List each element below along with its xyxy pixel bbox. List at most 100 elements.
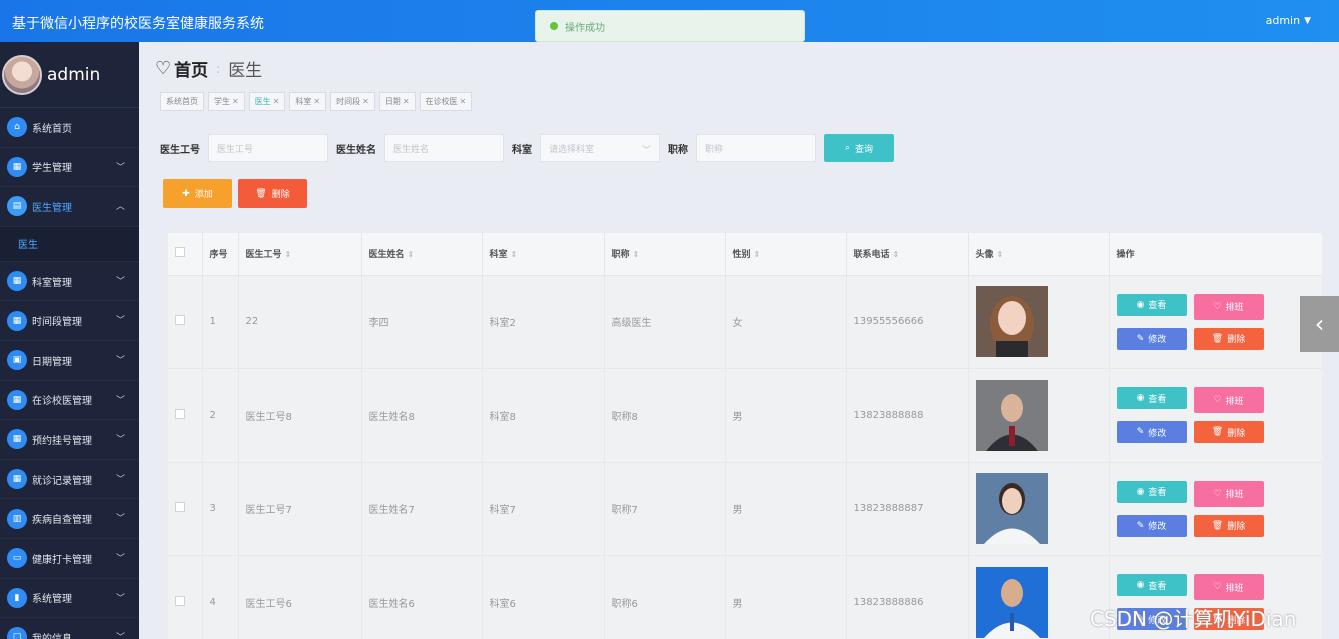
header-doctor-id[interactable]: 医生工号 ⇕ xyxy=(238,233,362,276)
sidebar-item-onduty-doctors[interactable]: ▦ 在诊校医管理 ﹀ xyxy=(0,381,139,421)
sidebar-item-appointments[interactable]: ▦ 预约挂号管理 ﹀ xyxy=(0,420,139,460)
breadcrumb-home[interactable]: 首页 xyxy=(174,56,208,81)
view-label: 查看 xyxy=(1148,394,1167,405)
tag-home[interactable]: 系统首页 xyxy=(160,92,204,111)
close-icon[interactable]: ✕ xyxy=(460,97,467,106)
row-select-cell[interactable] xyxy=(168,462,203,556)
row-select-cell[interactable] xyxy=(168,368,203,463)
chevron-down-icon: ﹀ xyxy=(115,395,125,406)
schedule-button[interactable]: ♡ 排班 xyxy=(1193,293,1264,320)
tag-departments[interactable]: 科室 ✕ xyxy=(289,92,327,111)
edit-button[interactable]: ✎ 修改 xyxy=(1116,421,1187,444)
row-select-cell[interactable] xyxy=(168,275,203,369)
header-title[interactable]: 职称 ⇕ xyxy=(604,233,726,276)
header-photo[interactable]: 头像 ⇕ xyxy=(968,233,1110,276)
view-button[interactable]: ◉ 查看 xyxy=(1116,574,1187,597)
header-doctor-name[interactable]: 医生姓名 ⇕ xyxy=(361,233,483,276)
row-checkbox[interactable] xyxy=(175,502,185,513)
sidebar-item-dates[interactable]: ▣ 日期管理 ﹀ xyxy=(0,341,139,381)
tag-students[interactable]: 学生 ✕ xyxy=(208,92,245,111)
sort-icon[interactable]: ⇕ xyxy=(893,250,900,259)
tag-timeslots[interactable]: 时间段 ✕ xyxy=(330,92,375,111)
schedule-button[interactable]: ♡ 排班 xyxy=(1193,574,1264,601)
document-icon: ▥ xyxy=(7,508,27,529)
row-checkbox[interactable] xyxy=(175,315,185,326)
sidebar-subitem-doctor[interactable]: 医生 xyxy=(0,226,139,262)
monitor-icon: ▭ xyxy=(7,548,27,569)
tag-doctors[interactable]: 医生 ✕ xyxy=(248,92,286,111)
doctor-name-label: 医生姓名 xyxy=(336,144,376,156)
header-department[interactable]: 科室 ⇕ xyxy=(482,233,605,276)
chevron-left-icon: ‹ xyxy=(1314,310,1325,338)
sidebar-item-timeslots[interactable]: ▦ 时间段管理 ﹀ xyxy=(0,301,139,341)
title-input[interactable]: 职称 xyxy=(696,134,816,162)
view-button[interactable]: ◉ 查看 xyxy=(1116,387,1187,410)
doctor-name-input[interactable]: 医生姓名 xyxy=(384,134,504,162)
doctor-table: 序号 医生工号 ⇕ 医生姓名 ⇕ 科室 ⇕ 职称 ⇕ 性别 ⇕ 联系电话 ⇕ 头像 ⇕ 操作 … xyxy=(168,233,1322,639)
view-button[interactable]: ◉ 查看 xyxy=(1116,293,1187,316)
schedule-button[interactable]: ♡ 排班 xyxy=(1193,387,1264,414)
bar-chart-icon: ▮ xyxy=(7,587,27,608)
select-all-cell[interactable] xyxy=(168,233,203,276)
sort-icon[interactable]: ⇕ xyxy=(997,250,1004,259)
sort-icon[interactable]: ⇕ xyxy=(633,250,640,259)
cell-gender: 男 xyxy=(725,462,847,556)
sidebar-item-home[interactable]: ⌂ 系统首页 xyxy=(0,108,139,148)
delete-button[interactable]: 🗑 删除 xyxy=(1193,514,1264,537)
add-button[interactable]: ✚ 添加 xyxy=(163,179,232,208)
doctor-photo[interactable] xyxy=(975,379,1048,451)
query-button[interactable]: ⌕ 查询 xyxy=(824,134,894,162)
row-select-cell[interactable] xyxy=(168,555,203,639)
delete-button[interactable]: 🗑 删除 xyxy=(1193,327,1264,350)
sidebar-item-system[interactable]: ▮ 系统管理 ﹀ xyxy=(0,579,139,619)
profile-name: admin xyxy=(47,64,101,85)
sidebar-item-visit-records[interactable]: ▦ 就诊记录管理 ﹀ xyxy=(0,460,139,500)
tag-onduty[interactable]: 在诊校医 ✕ xyxy=(419,92,473,111)
doctor-photo[interactable] xyxy=(975,286,1048,358)
edit-button[interactable]: ✎ 修改 xyxy=(1116,327,1187,350)
doctor-id-input[interactable]: 医生工号 xyxy=(208,134,328,162)
grid-icon: ▦ xyxy=(7,429,27,450)
edit-icon: ✎ xyxy=(1136,427,1145,438)
user-menu[interactable]: admin ▼ xyxy=(1266,14,1311,27)
sidebar-item-self-check[interactable]: ▥ 疾病自查管理 ﹀ xyxy=(0,499,139,539)
sort-icon[interactable]: ⇕ xyxy=(285,250,292,259)
delete-button[interactable]: 🗑 删除 xyxy=(1193,421,1264,444)
schedule-button[interactable]: ♡ 排班 xyxy=(1193,480,1264,507)
close-icon[interactable]: ✕ xyxy=(403,97,410,106)
header-phone[interactable]: 联系电话 ⇕ xyxy=(846,233,969,276)
sort-icon[interactable]: ⇕ xyxy=(754,250,761,259)
department-select[interactable]: 请选择科室 ﹀ xyxy=(540,134,660,162)
close-icon[interactable]: ✕ xyxy=(362,97,369,106)
header-label: 联系电话 xyxy=(853,250,890,261)
sort-icon[interactable]: ⇕ xyxy=(511,250,518,259)
schedule-label: 排班 xyxy=(1225,490,1244,501)
sidebar-item-students[interactable]: ▦ 学生管理 ﹀ xyxy=(0,148,139,188)
edit-button[interactable]: ✎ 修改 xyxy=(1116,514,1187,537)
search-bar: 医生工号 医生工号 医生姓名 医生姓名 科室 请选择科室 ﹀ 职称 职称 ⌕ 查… xyxy=(160,134,894,162)
grid-icon: ▦ xyxy=(7,271,27,292)
batch-delete-button[interactable]: 🗑 删除 xyxy=(238,179,307,208)
tag-dates[interactable]: 日期 ✕ xyxy=(378,92,416,111)
close-icon[interactable]: ✕ xyxy=(232,97,239,106)
header-gender[interactable]: 性别 ⇕ xyxy=(725,233,847,276)
doctor-photo[interactable] xyxy=(975,566,1048,638)
view-button[interactable]: ◉ 查看 xyxy=(1116,480,1187,503)
sort-icon[interactable]: ⇕ xyxy=(408,250,415,259)
sidebar-item-doctors[interactable]: ▤ 医生管理 ︿ xyxy=(0,187,139,227)
row-checkbox[interactable] xyxy=(175,595,185,606)
doctor-photo[interactable] xyxy=(975,473,1048,545)
eye-icon: ◉ xyxy=(1136,486,1145,497)
row-checkbox[interactable] xyxy=(175,408,185,419)
sidebar-item-departments[interactable]: ▦ 科室管理 ﹀ xyxy=(0,262,139,302)
sidebar-item-label: 学生管理 xyxy=(32,163,72,175)
close-icon[interactable]: ✕ xyxy=(273,97,280,106)
close-icon[interactable]: ✕ xyxy=(313,97,320,106)
sidebar-item-my-info[interactable]: ▢ 我的信息 ﹀ xyxy=(0,618,139,639)
select-all-checkbox[interactable] xyxy=(175,247,185,258)
header-index: 序号 xyxy=(202,233,239,276)
collapse-panel-button[interactable]: ‹ xyxy=(1300,296,1339,352)
trash-icon: 🗑 xyxy=(1211,333,1224,344)
eye-icon: ◉ xyxy=(1136,393,1145,404)
sidebar-item-health-checkin[interactable]: ▭ 健康打卡管理 ﹀ xyxy=(0,539,139,579)
